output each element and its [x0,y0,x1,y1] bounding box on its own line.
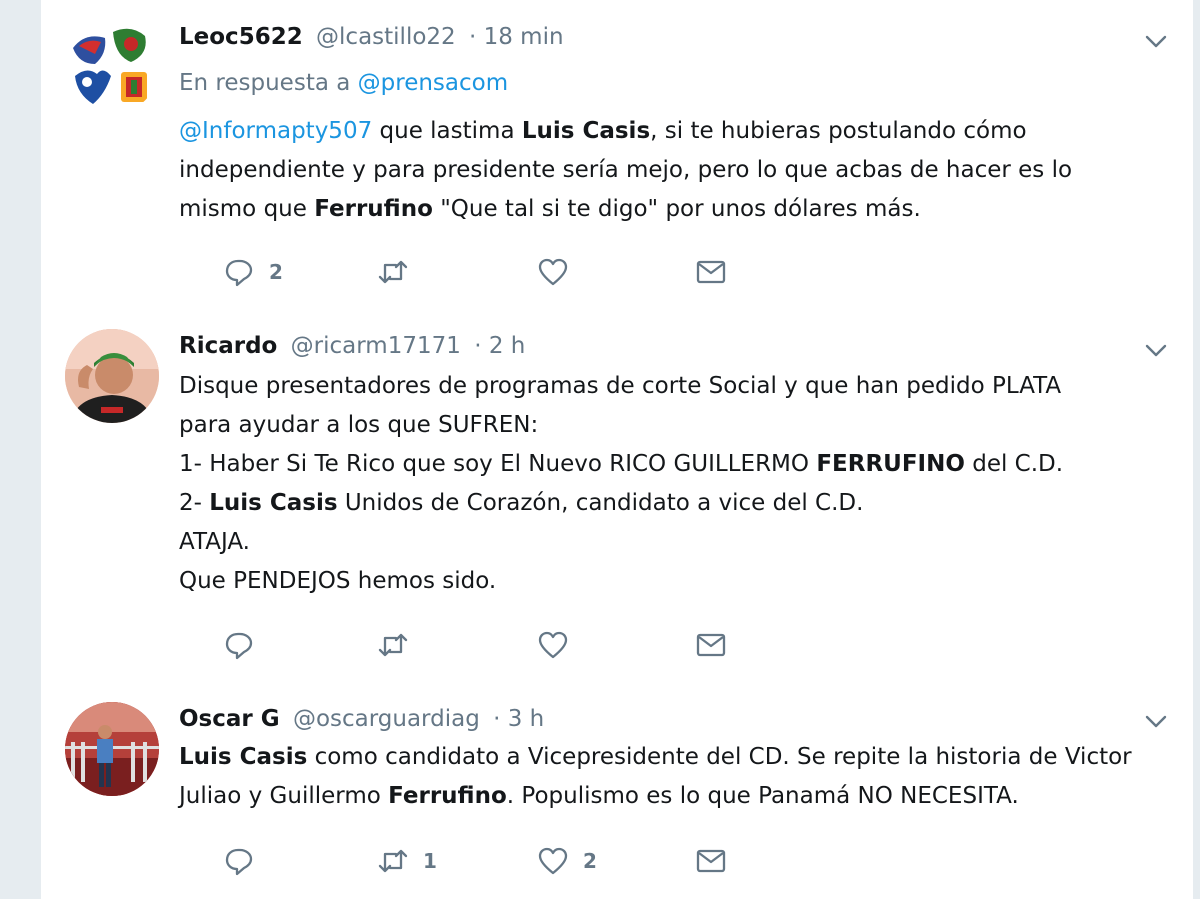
highlighted-term: Ferrufino [388,783,507,809]
tweet-text-line: @Informapty507 que lastima Luis Casis, s… [179,112,1169,151]
tweet-header: Leoc5622 @lcastillo22 · 18 min [179,20,564,54]
heart-icon [538,847,568,875]
tweet-text-line: Disque presentadores de programas de cor… [179,367,1169,406]
heart-icon [538,258,568,286]
heart-icon [538,631,568,659]
highlighted-term: Luis Casis [179,744,308,770]
user-handle[interactable]: @oscarguardiag [293,706,480,732]
reply-button[interactable] [223,625,269,665]
retweet-button[interactable] [377,252,423,292]
retweet-count: 1 [423,849,437,873]
text-segment: independiente y para presidente sería me… [179,157,1073,183]
tweet-header: Ricardo @ricarm17171 · 2 h [179,329,525,363]
envelope-icon [696,633,726,657]
reply-context: En respuesta a @prensacom [179,66,508,100]
tweet-text-line: mismo que Ferrufino "Que tal si te digo"… [179,190,1169,229]
retweet-button[interactable] [377,625,423,665]
reply-button[interactable]: 2 [223,252,283,292]
text-segment: mismo que [179,196,315,222]
timestamp[interactable]: · 2 h [474,333,525,359]
avatar-image [65,20,159,114]
text-segment: ATAJA. [179,529,250,555]
chevron-down-icon[interactable] [1143,337,1169,363]
chevron-down-icon[interactable] [1143,708,1169,734]
mention-link[interactable]: @Informapty507 [179,118,372,144]
text-segment: 2- [179,490,210,516]
reply-count: 2 [269,260,283,284]
timestamp[interactable]: · 18 min [469,24,564,50]
tweet[interactable]: Ricardo @ricarm17171 · 2 h Disque presen… [41,307,1193,681]
user-handle[interactable]: @lcastillo22 [316,24,456,50]
tweet[interactable]: Oscar G @oscarguardiag · 3 h Luis Casis … [41,680,1193,899]
text-segment: . Populismo es lo que Panamá NO NECESITA… [506,783,1019,809]
user-name[interactable]: Oscar G [179,706,280,732]
tweet-text-line: Luis Casis como candidato a Vicepresiden… [179,738,1169,777]
direct-message-button[interactable] [695,252,727,292]
highlighted-term: Ferrufino [314,196,433,222]
text-segment: , si te hubieras postulando cómo [650,118,1027,144]
retweet-icon [378,633,408,657]
reply-to-link[interactable]: @prensacom [358,70,508,96]
like-button[interactable] [537,625,583,665]
tweet-actions [179,625,739,665]
reply-icon [225,259,253,287]
text-segment: Disque presentadores de programas de cor… [179,373,1062,399]
highlighted-term: FERRUFINO [816,451,965,477]
text-segment: 1- Haber Si Te Rico que soy El Nuevo RIC… [179,451,817,477]
user-name[interactable]: Leoc5622 [179,24,303,50]
tweet-actions: 2 [179,252,739,292]
user-name[interactable]: Ricardo [179,333,277,359]
reply-icon [225,632,253,660]
envelope-icon [696,849,726,873]
tweet-text-line: 1- Haber Si Te Rico que soy El Nuevo RIC… [179,445,1169,484]
tweet-text-line: para ayudar a los que SUFREN: [179,406,1169,445]
tweet-text-line: 2- Luis Casis Unidos de Corazón, candida… [179,484,1169,523]
direct-message-button[interactable] [695,841,727,881]
highlighted-term: Luis Casis [521,118,651,144]
tweet-text-line: Que PENDEJOS hemos sido. [179,562,1169,601]
like-button[interactable]: 2 [537,841,597,881]
avatar-image [65,329,159,423]
chevron-down-icon[interactable] [1143,28,1169,54]
reply-icon [225,848,253,876]
text-segment: Juliao y Guillermo [179,783,389,809]
avatar[interactable] [65,329,159,423]
highlighted-term: Luis Casis [209,490,338,516]
tweet[interactable]: Leoc5622 @lcastillo22 · 18 min En respue… [41,0,1193,308]
timestamp[interactable]: · 3 h [493,706,544,732]
text-segment: para ayudar a los que SUFREN: [179,412,539,438]
tweet-header: Oscar G @oscarguardiag · 3 h [179,702,544,736]
reply-button[interactable] [223,841,269,881]
like-button[interactable] [537,252,583,292]
text-segment: Unidos de Corazón, candidato a vice del … [337,490,864,516]
tweet-text-line: Juliao y Guillermo Ferrufino. Populismo … [179,777,1169,816]
tweet-text: Disque presentadores de programas de cor… [179,367,1169,601]
text-segment: que lastima [372,118,522,144]
reply-prefix: En respuesta a [179,70,351,96]
avatar-image [65,702,159,796]
retweet-icon [378,260,408,284]
tweet-text: Luis Casis como candidato a Vicepresiden… [179,738,1169,816]
text-segment: "Que tal si te digo" por unos dólares má… [432,196,921,222]
like-count: 2 [583,849,597,873]
direct-message-button[interactable] [695,625,727,665]
avatar[interactable] [65,702,159,796]
retweet-button[interactable]: 1 [377,841,437,881]
text-segment: del C.D. [964,451,1064,477]
text-segment: Que PENDEJOS hemos sido. [179,568,497,594]
avatar[interactable] [65,20,159,114]
tweet-text-line: independiente y para presidente sería me… [179,151,1169,190]
envelope-icon [696,260,726,284]
user-handle[interactable]: @ricarm17171 [291,333,461,359]
tweet-text-line: ATAJA. [179,523,1169,562]
text-segment: como candidato a Vicepresidente del CD. … [307,744,1132,770]
timeline-feed: Leoc5622 @lcastillo22 · 18 min En respue… [40,0,1193,899]
tweet-actions: 1 2 [179,841,739,881]
tweet-text: @Informapty507 que lastima Luis Casis, s… [179,112,1169,229]
retweet-icon [378,849,408,873]
